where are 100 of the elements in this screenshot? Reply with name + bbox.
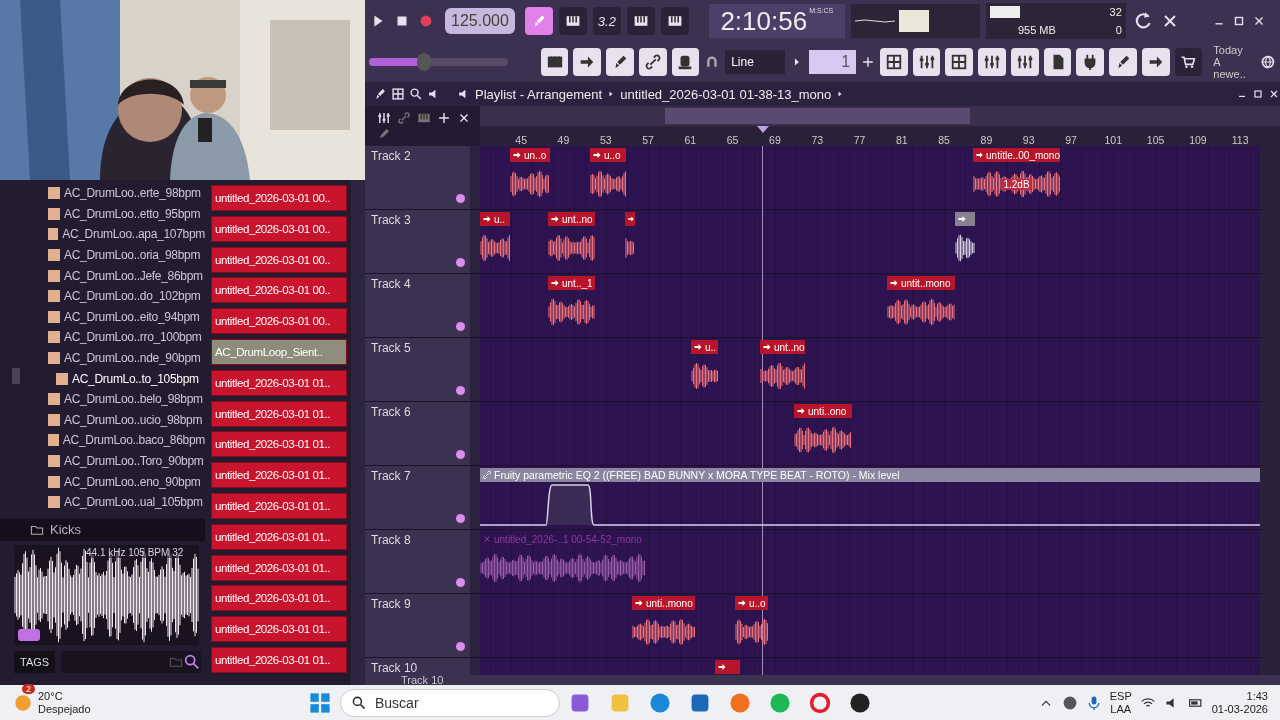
clip-header[interactable]: unti..mono xyxy=(632,596,695,610)
clip-header[interactable]: u..o xyxy=(590,148,626,162)
play-icon[interactable] xyxy=(18,628,40,641)
volume-thumb[interactable] xyxy=(417,53,432,71)
picker-item[interactable]: untitled_2026-03-01 01.. xyxy=(211,492,348,519)
file-name[interactable]: AC_DrumLoo..belo_98bpm xyxy=(64,392,203,407)
track-lane[interactable]: unti..mono u..o xyxy=(480,594,1260,657)
picker-item[interactable]: AC_DrumLoop_Sient.. xyxy=(211,339,348,365)
file-name[interactable]: AC_DrumLoo..eno_90bpm xyxy=(64,474,201,489)
window-button[interactable] xyxy=(1010,48,1039,76)
file-name[interactable]: AC_DrumLoo..eito_94bpm xyxy=(64,309,200,324)
track-lane[interactable]: u.. unt..no xyxy=(480,210,1260,273)
file-name[interactable]: AC_DrumLo..to_105bpm xyxy=(72,371,199,386)
track-lane[interactable]: Fruity parametric EQ 2 ((FREE) BAD BUNNY x MORA TYPE BEAT - ROTO) - Mix level xyxy=(480,466,1260,529)
add-icon[interactable] xyxy=(861,55,875,69)
clip-header[interactable]: unt..no xyxy=(760,340,805,354)
tag-field[interactable] xyxy=(61,650,201,673)
tags-label[interactable]: TAGS xyxy=(14,650,56,673)
clip-header[interactable]: u.. xyxy=(691,340,718,354)
picker-item[interactable]: untitled_2026-03-01 01.. xyxy=(211,585,348,612)
track-header[interactable]: Track 7 xyxy=(365,466,470,529)
clip-header[interactable] xyxy=(955,212,975,226)
picker-item[interactable]: untitled_2026-03-01 01.. xyxy=(211,554,348,581)
folder-name[interactable]: Kicks xyxy=(50,522,82,537)
maximize-icon[interactable] xyxy=(1252,88,1264,100)
picker-item[interactable]: untitled_2026-03-01 01.. xyxy=(211,462,348,489)
track-header[interactable]: Track 10 xyxy=(365,658,470,675)
window-button[interactable] xyxy=(880,48,908,76)
picker-item[interactable]: untitled_2026-03-01 01.. xyxy=(211,431,348,458)
track-header[interactable]: Track 4 xyxy=(365,274,470,337)
playhead-marker[interactable] xyxy=(757,126,769,133)
clip-icon[interactable] xyxy=(550,214,560,224)
clip-header[interactable]: unt.._1 xyxy=(548,276,595,290)
picker-item[interactable]: untitled_2026-03-01 00.. xyxy=(211,185,348,211)
clip-header[interactable]: u..o xyxy=(735,596,768,610)
clip-icon[interactable] xyxy=(693,342,703,352)
grid-icon[interactable] xyxy=(950,53,969,71)
search-icon[interactable] xyxy=(183,652,201,671)
picker-item[interactable]: untitled_2026-03-01 00.. xyxy=(211,215,348,242)
search-field[interactable]: Buscar xyxy=(340,688,560,717)
browser-icon[interactable] xyxy=(648,690,672,715)
file-name[interactable]: AC_DrumLoo..erte_98bpm xyxy=(64,186,201,201)
clip-header[interactable]: unt..no xyxy=(548,212,595,226)
file-name[interactable]: AC_DrumLoo..Toro_90bpm xyxy=(64,454,204,468)
clip-icon[interactable] xyxy=(796,406,806,416)
file-name[interactable]: AC_DrumLoo..rro_100bpm xyxy=(64,330,202,345)
picker-item[interactable]: untitled_2026-03-01 01.. xyxy=(211,523,348,550)
clip-header[interactable]: untitle..00_mono xyxy=(973,148,1060,162)
clip-header[interactable]: un..o xyxy=(510,148,550,162)
scrollbar[interactable] xyxy=(351,180,365,685)
picker-item[interactable]: untitled_2026-03-01 00.. xyxy=(211,277,348,304)
loop-button[interactable] xyxy=(660,7,689,35)
window-button[interactable] xyxy=(1043,48,1072,76)
automation-icon[interactable] xyxy=(482,470,492,480)
typing-keyboard-button[interactable] xyxy=(558,7,587,35)
clip-header[interactable]: Fruity parametric EQ 2 ((FREE) BAD BUNNY x MORA TYPE BEAT - ROTO) - Mix level xyxy=(480,468,1260,482)
clip-icon[interactable] xyxy=(762,342,772,352)
file-name[interactable]: AC_DrumLoo..do_102bpm xyxy=(64,289,201,304)
track-header[interactable]: Track 5 xyxy=(365,338,470,401)
file-name[interactable]: AC_DrumLoo..baco_86bpm xyxy=(62,433,205,448)
add-icon[interactable] xyxy=(437,111,451,125)
piano-roll-button[interactable] xyxy=(540,48,569,76)
file-name[interactable]: AC_DrumLoo..ucio_98bpm xyxy=(64,412,203,427)
window-button[interactable] xyxy=(1141,48,1170,76)
clip-header[interactable]: u.. xyxy=(480,212,510,226)
shop-button[interactable] xyxy=(1174,48,1203,76)
cloud-icon[interactable] xyxy=(1061,694,1078,711)
language[interactable]: ESP xyxy=(1109,689,1132,703)
track-lane[interactable]: u.. unt..no xyxy=(480,338,1260,401)
window-button[interactable] xyxy=(912,48,941,76)
clip-icon[interactable] xyxy=(975,150,985,160)
clip-header[interactable]: untit..mono xyxy=(887,276,955,290)
track-header[interactable]: Track 6 xyxy=(365,402,470,465)
track-lane[interactable]: unti..ono xyxy=(480,402,1260,465)
file-name[interactable]: AC_DrumLoo..oria_98bpm xyxy=(64,248,201,263)
file-name[interactable]: AC_DrumLoo..Jefe_86bpm xyxy=(64,268,203,283)
search-icon[interactable] xyxy=(351,694,367,711)
clock-time[interactable]: 1:43 xyxy=(1246,689,1268,703)
browser-icon[interactable] xyxy=(808,690,832,715)
clip-icon[interactable] xyxy=(634,598,644,608)
clip-icon[interactable] xyxy=(957,214,967,224)
track-lane[interactable]: unt.._1 untit..mono xyxy=(480,274,1260,337)
track-header[interactable]: Track 8 xyxy=(365,530,470,593)
clip-header[interactable]: unti..ono xyxy=(794,404,852,418)
clip-icon[interactable] xyxy=(482,214,492,224)
file-name[interactable]: AC_DrumLoo..ual_105bpm xyxy=(64,495,203,510)
picker-item[interactable]: untitled_2026-03-01 01.. xyxy=(211,646,348,673)
pencil-icon[interactable] xyxy=(377,127,391,141)
tempo-display[interactable]: 125.000 xyxy=(445,8,515,34)
cart-icon[interactable] xyxy=(1180,54,1197,70)
picker-item[interactable]: untitled_2026-03-01 00.. xyxy=(211,246,348,273)
piano-icon[interactable] xyxy=(632,13,649,29)
clip-header[interactable] xyxy=(715,660,740,674)
globe-icon[interactable] xyxy=(1260,54,1276,70)
window-button[interactable] xyxy=(945,48,974,76)
knob-button[interactable] xyxy=(671,48,700,76)
piano-icon[interactable] xyxy=(666,13,683,29)
metronome-button[interactable] xyxy=(524,7,553,35)
piano-button[interactable] xyxy=(626,7,655,35)
window-button[interactable] xyxy=(1076,48,1105,76)
